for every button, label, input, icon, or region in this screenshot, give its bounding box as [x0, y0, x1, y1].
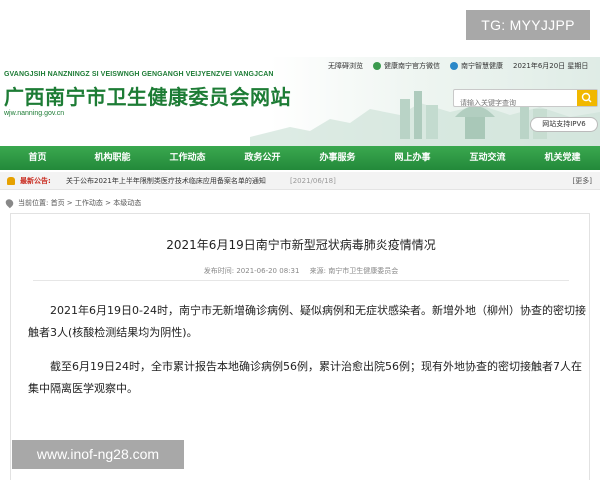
wechat-icon	[373, 62, 381, 70]
nav-item-work-news[interactable]: 工作动态	[150, 146, 225, 170]
nav-item-interaction[interactable]: 互动交流	[450, 146, 525, 170]
location-pin-icon	[4, 197, 15, 209]
watermark-bottom: www.inof-ng28.com	[12, 440, 184, 469]
site-url: wjw.nanning.gov.cn	[4, 110, 65, 117]
nav-item-party[interactable]: 机关党建	[525, 146, 600, 170]
notice-label: 最新公告:	[20, 177, 51, 185]
current-date: 2021年6月20日 星期日	[513, 62, 589, 70]
article-paragraph: 截至6月19日24时，全市累计报告本地确诊病例56例，累计治愈出院56例；现有外…	[28, 360, 582, 395]
smart-health-link[interactable]: 南宁智慧健康	[461, 61, 503, 71]
accessibility-link[interactable]: 无障碍浏览	[328, 61, 363, 71]
nav-item-home[interactable]: 首页	[0, 146, 75, 170]
search-button[interactable]	[577, 90, 597, 106]
breadcrumb-text: 当前位置: 首页 > 工作动态 > 本级动态	[18, 199, 142, 207]
article-paragraph: 2021年6月19日0-24时，南宁市无新增确诊病例、疑似病例和无症状感染者。新…	[28, 304, 586, 339]
main-nav: 首页 机构职能 工作动态 政务公开 办事服务 网上办事 互动交流 机关党建	[0, 146, 600, 170]
more-link[interactable]: [更多]	[573, 172, 592, 190]
notice-link[interactable]: 关于公布2021年上半年限制类医疗技术临床应用备案名单的通知	[66, 172, 266, 190]
watermark-top: TG: MYYJJPP	[466, 10, 590, 40]
nav-item-online-services[interactable]: 网上办事	[375, 146, 450, 170]
site-title[interactable]: 广西南宁市卫生健康委员会网站	[4, 81, 291, 110]
publish-time: 发布时间: 2021-06-20 08:31	[203, 267, 300, 275]
article-title: 2021年6月19日南宁市新型冠状病毒肺炎疫情情况	[166, 238, 436, 252]
health-app-icon	[450, 62, 458, 70]
search-icon	[581, 92, 592, 103]
site-pinyin: GVANGJSIH NANZNINGZ SI VEISWNGH GENGANGH…	[4, 71, 274, 78]
site-header: GVANGJSIH NANZNINGZ SI VEISWNGH GENGANGH…	[0, 57, 600, 146]
divider	[33, 280, 569, 281]
nav-item-services[interactable]: 办事服务	[300, 146, 375, 170]
nav-item-functions[interactable]: 机构职能	[75, 146, 150, 170]
breadcrumb: 当前位置: 首页 > 工作动态 > 本级动态	[0, 196, 600, 210]
bell-icon	[7, 177, 15, 185]
search-box	[453, 89, 598, 111]
search-input[interactable]	[454, 95, 574, 111]
nav-item-gov-affairs[interactable]: 政务公开	[225, 146, 300, 170]
notice-date: [2021/06/18]	[290, 177, 336, 185]
ipv6-badge: 网站支持IPV6	[530, 117, 598, 132]
wechat-link[interactable]: 健康南宁官方微信	[384, 61, 440, 71]
article-meta: 发布时间: 2021-06-20 08:31 来源: 南宁市卫生健康委员会	[11, 266, 591, 276]
notice-bar: 最新公告: 关于公布2021年上半年限制类医疗技术临床应用备案名单的通知 [20…	[0, 172, 600, 190]
top-links: 无障碍浏览 健康南宁官方微信 南宁智慧健康 2021年6月20日 星期日	[328, 61, 598, 71]
article-source: 来源: 南宁市卫生健康委员会	[309, 267, 399, 275]
